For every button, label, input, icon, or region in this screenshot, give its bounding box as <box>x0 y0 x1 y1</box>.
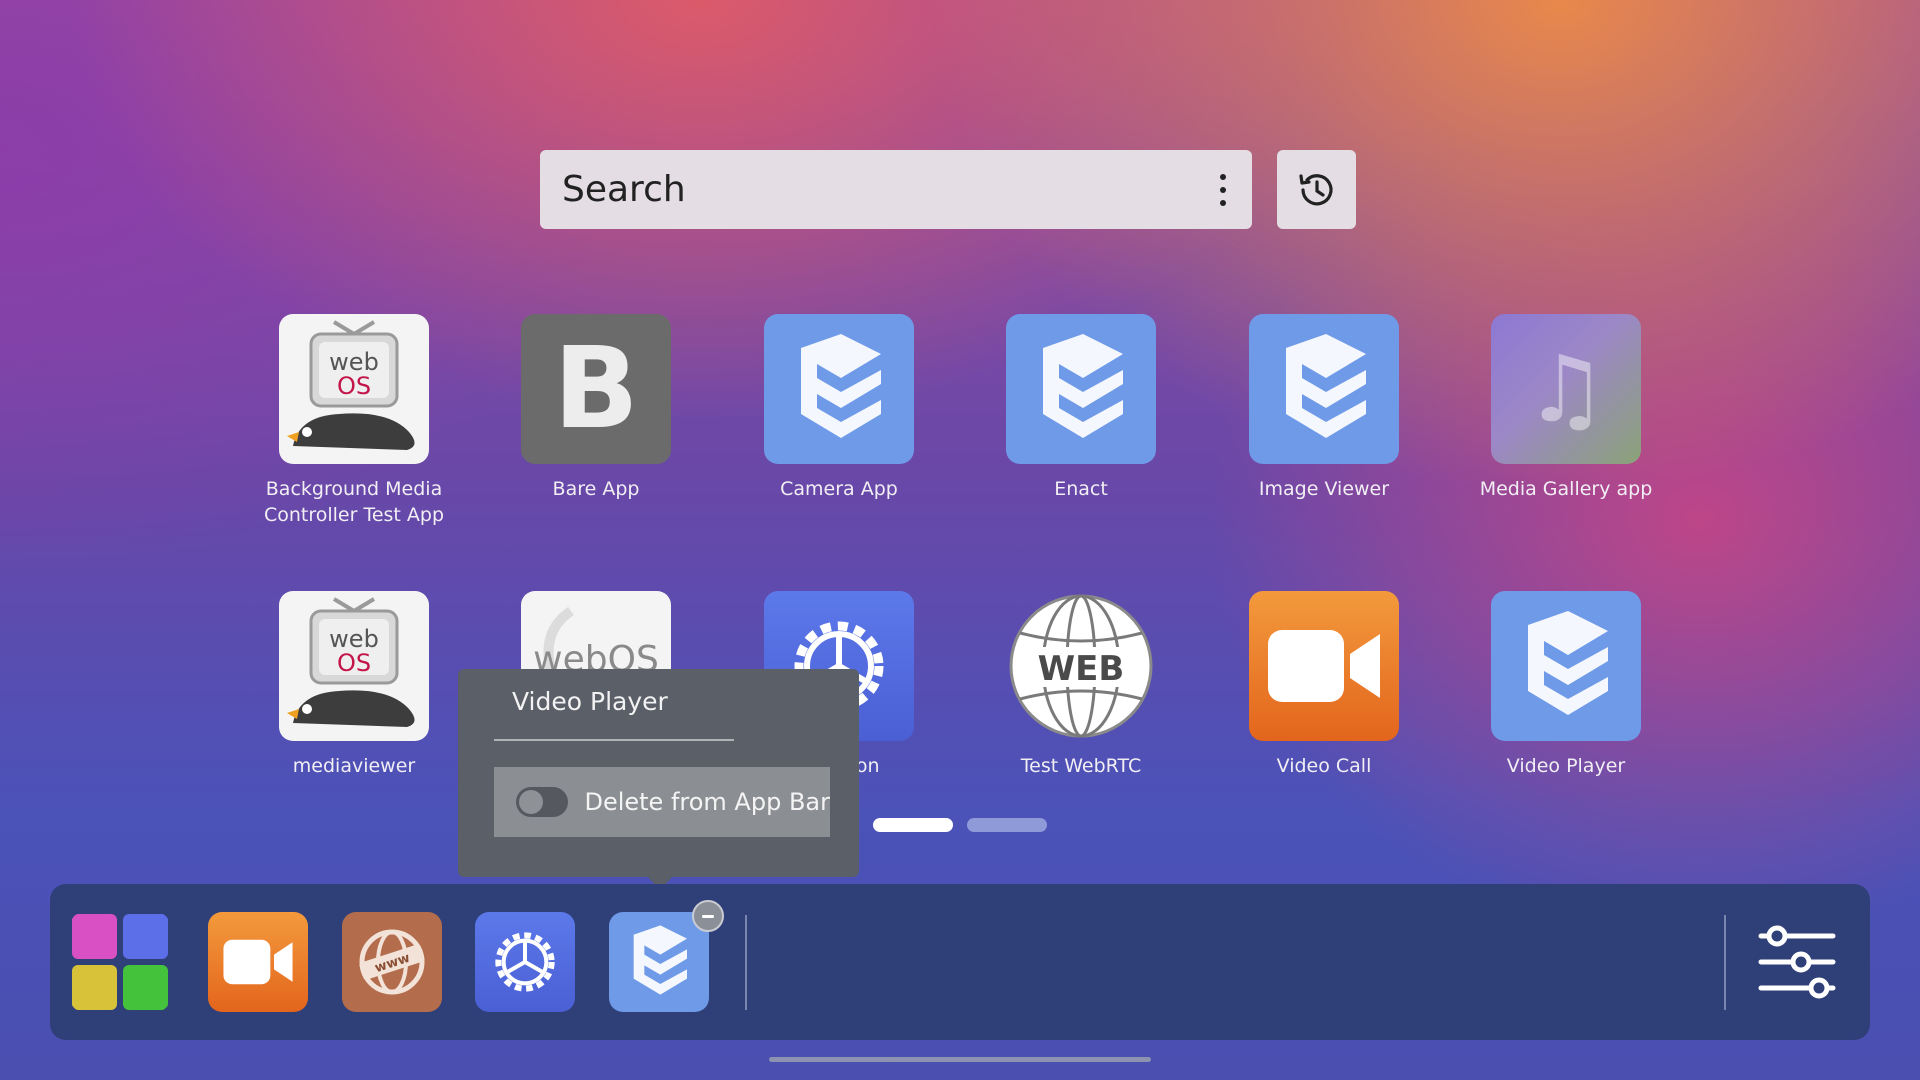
popup-title: Video Player <box>512 687 668 716</box>
delete-label: Delete from App Bar <box>584 788 830 816</box>
webos-penguin-icon: web OS <box>279 591 429 741</box>
app-label: Image Viewer <box>1258 478 1390 500</box>
app-context-menu: Video Player Delete from App Bar <box>458 669 859 890</box>
web-globe-icon: WEB <box>1006 591 1156 741</box>
svg-text:OS: OS <box>337 372 371 400</box>
app-label: Camera App <box>780 478 898 500</box>
video-camera-icon <box>223 939 293 985</box>
app-tile-media-gallery[interactable]: ♫ Media Gallery app <box>1445 314 1687 502</box>
app-grid-icon <box>72 914 168 1010</box>
app-tile-mediaviewer[interactable]: web OS mediaviewer <box>233 591 475 779</box>
search-input[interactable]: Search <box>562 169 1194 210</box>
app-label: Enact <box>1054 478 1108 500</box>
more-options-button[interactable] <box>1194 150 1252 229</box>
settings-gear-icon <box>495 932 555 992</box>
search-bar[interactable]: Search <box>540 150 1252 229</box>
enact-icon <box>764 314 914 464</box>
app-label: Test WebRTC <box>1020 755 1142 777</box>
enact-icon <box>1491 591 1641 741</box>
video-camera-icon <box>1249 591 1399 741</box>
app-bar-video-player[interactable] <box>609 912 709 1012</box>
app-label: Video Player <box>1506 755 1626 777</box>
page-indicator[interactable] <box>967 818 1047 832</box>
home-indicator[interactable] <box>769 1057 1151 1062</box>
app-tile-video-call[interactable]: Video Call <box>1203 591 1445 779</box>
history-icon <box>1298 173 1333 205</box>
app-tile-test-webrtc[interactable]: WEB Test WebRTC <box>960 591 1202 779</box>
page-indicator-active[interactable] <box>873 818 953 832</box>
app-bar-divider <box>745 915 747 1010</box>
svg-text:WEB: WEB <box>1038 649 1125 689</box>
app-bar-settings[interactable] <box>475 912 575 1012</box>
app-bar-divider <box>1724 915 1726 1010</box>
app-tile-enact[interactable]: Enact <box>960 314 1202 502</box>
app-bar-video-call[interactable] <box>208 912 308 1012</box>
enact-icon <box>633 925 687 995</box>
svg-text:OS: OS <box>337 649 371 677</box>
remove-badge-icon[interactable] <box>692 900 724 932</box>
delete-from-app-bar-button[interactable]: Delete from App Bar <box>494 767 830 837</box>
more-vertical-icon <box>1220 173 1226 206</box>
app-label: Background Media Controller Test App <box>263 478 445 526</box>
enact-icon <box>1249 314 1399 464</box>
app-bar <box>50 884 1870 1040</box>
app-label: Bare App <box>552 478 640 500</box>
delete-toggle[interactable] <box>516 787 569 817</box>
app-label: Video Call <box>1276 755 1372 777</box>
app-grid-button[interactable] <box>70 912 170 1012</box>
app-label: Media Gallery app <box>1479 478 1653 500</box>
letter-b-icon: B <box>521 314 671 464</box>
app-bar-settings-button[interactable] <box>1747 912 1847 1012</box>
app-tile-camera-app[interactable]: Camera App <box>718 314 960 502</box>
webos-penguin-icon: web OS <box>279 314 429 464</box>
enact-icon <box>1006 314 1156 464</box>
music-note-icon: ♫ <box>1491 314 1641 464</box>
app-tile-image-viewer[interactable]: Image Viewer <box>1203 314 1445 502</box>
sliders-icon <box>1758 925 1836 999</box>
app-tile-background-media[interactable]: web OS Background Media Controller Test … <box>233 314 475 528</box>
app-tile-bare-app[interactable]: B Bare App <box>475 314 717 502</box>
history-button[interactable] <box>1277 150 1356 229</box>
app-label: mediaviewer <box>292 755 416 777</box>
www-globe-icon: www <box>359 929 425 995</box>
popup-divider <box>494 739 734 741</box>
app-tile-video-player[interactable]: Video Player <box>1445 591 1687 779</box>
app-bar-browser[interactable]: www <box>342 912 442 1012</box>
